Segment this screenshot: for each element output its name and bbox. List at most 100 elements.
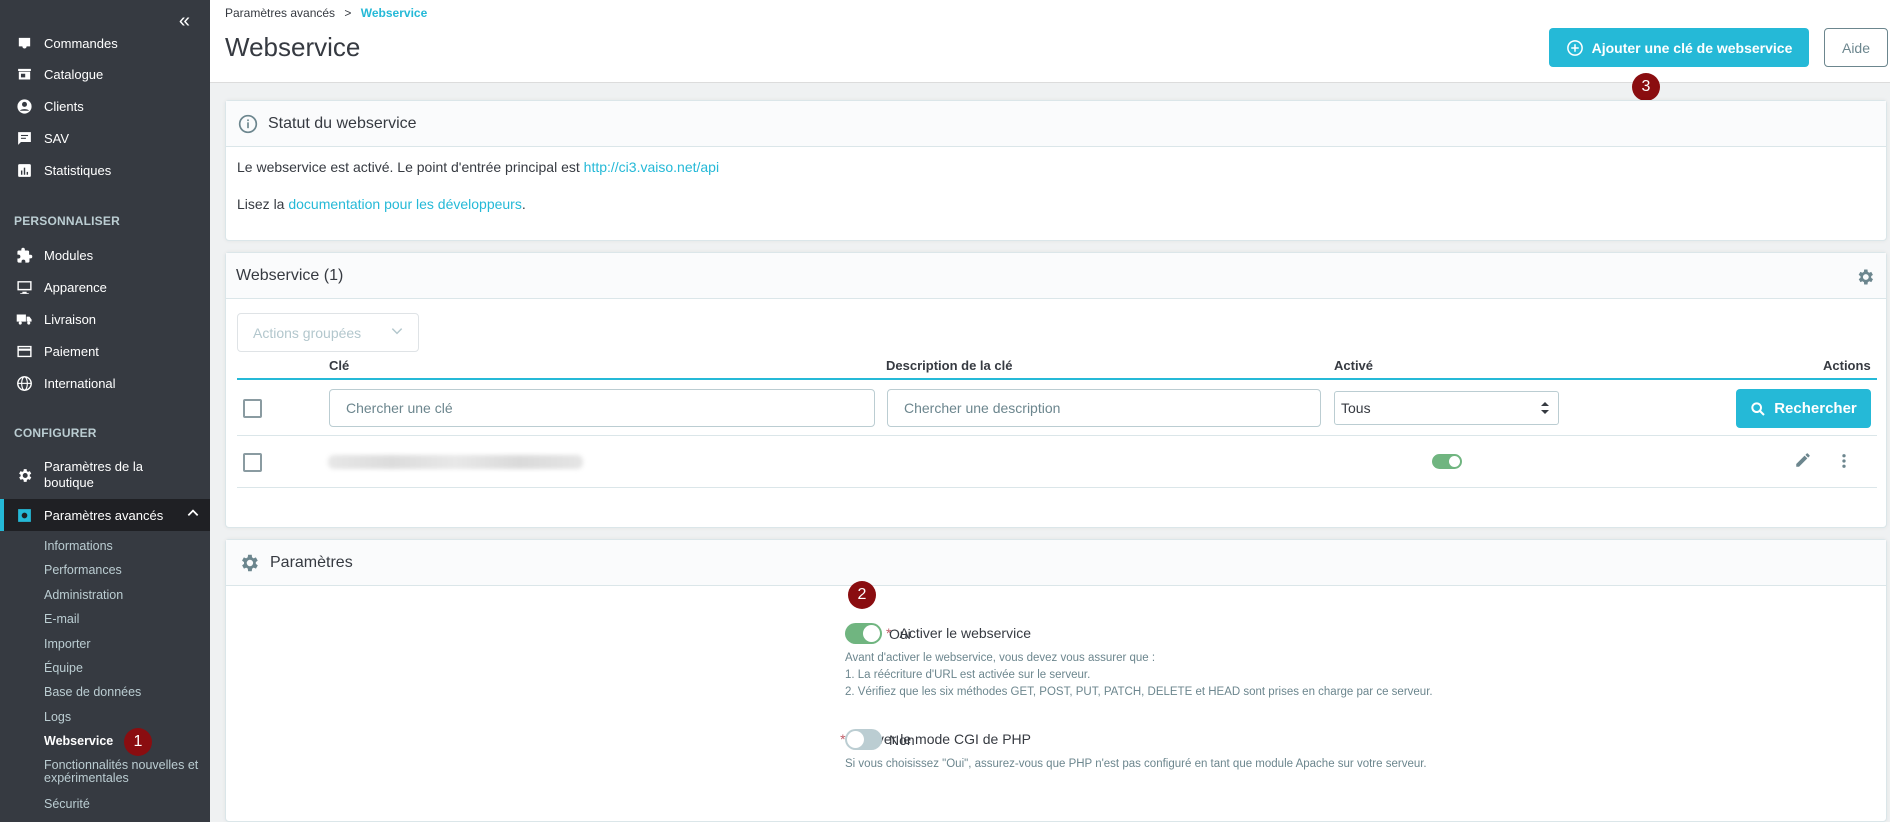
row-active-toggle[interactable]	[1432, 454, 1462, 469]
toggle-knob	[847, 731, 864, 748]
step-badge-1: 1	[124, 728, 152, 756]
sidebar-item-orders[interactable]: Commandes	[0, 34, 210, 52]
filter-key-input[interactable]: Chercher une clé	[329, 389, 875, 427]
column-header-actions: Actions	[1823, 358, 1871, 373]
filter-description-input[interactable]: Chercher une description	[887, 389, 1321, 427]
search-icon	[1750, 401, 1766, 417]
sidebar: « Commandes Catalogue Clients SAV Statis…	[0, 0, 210, 822]
sidebar-sub-informations[interactable]: Informations	[44, 539, 113, 553]
column-header-active: Activé	[1334, 358, 1374, 373]
sidebar-item-catalog[interactable]: Catalogue	[0, 65, 210, 83]
row-checkbox[interactable]	[243, 453, 262, 472]
page-title: Webservice	[225, 32, 361, 62]
sidebar-item-label: Apparence	[44, 279, 107, 295]
select-all-checkbox[interactable]	[243, 399, 262, 418]
filter-active-select[interactable]: Tous	[1334, 391, 1559, 425]
parameters-card-title: Paramètres	[270, 553, 353, 571]
sidebar-sub-label: Fonctionnalités nouvelles et	[44, 758, 199, 772]
toggle-knob	[1449, 456, 1460, 467]
sidebar-item-modules[interactable]: Modules	[0, 246, 210, 264]
sidebar-item-payment[interactable]: Paiement	[0, 342, 210, 360]
sidebar-sub-administration[interactable]: Administration	[44, 588, 123, 602]
sidebar-item-appearance[interactable]: Apparence	[0, 278, 210, 296]
cgi-mode-label: * Activer le mode CGI de PHP	[626, 731, 1031, 747]
sidebar-item-label: Paramètres avancés	[44, 507, 164, 523]
sidebar-sub-import[interactable]: Importer	[44, 637, 91, 651]
sidebar-item-label: boutique	[44, 475, 94, 490]
sidebar-item-label: Paiement	[44, 343, 99, 359]
sidebar-sub-database[interactable]: Base de données	[44, 685, 141, 699]
cgi-mode-help: Si vous choisissez "Oui", assurez-vous q…	[845, 758, 1427, 770]
step-badge-2: 2	[848, 581, 876, 609]
sidebar-item-label: Modules	[44, 247, 94, 263]
table-header-divider	[237, 378, 1877, 380]
api-endpoint-link[interactable]: http://ci3.vaiso.net/api	[584, 159, 719, 175]
help-line: Avant d'activer le webservice, vous deve…	[845, 652, 1156, 664]
bulk-actions-label: Actions groupées	[253, 324, 362, 341]
sidebar-item-shop-parameters[interactable]: Paramètres de la boutique	[0, 458, 210, 492]
parameters-card: Paramètres * Activer le webservice Oui Av…	[225, 539, 1887, 822]
bulk-actions-dropdown[interactable]: Actions groupées	[237, 313, 419, 352]
chat-icon	[14, 130, 34, 146]
sidebar-sub-label: expérimentales	[44, 771, 129, 785]
sidebar-sub-new-features[interactable]: Fonctionnalités nouvelles et expérimenta…	[44, 759, 198, 785]
bar-chart-icon	[14, 162, 34, 178]
search-button[interactable]: Rechercher	[1736, 389, 1871, 428]
sidebar-item-advanced-parameters[interactable]: Paramètres avancés	[0, 499, 210, 531]
webservice-table-card: Webservice (1) Actions groupées Clé Desc…	[225, 252, 1887, 528]
enable-webservice-value: Oui	[889, 626, 911, 642]
info-icon	[238, 114, 258, 134]
add-webservice-key-button[interactable]: Ajouter une clé de webservice	[1549, 28, 1809, 67]
help-line: 1. La réécriture d'URL est activée sur l…	[845, 669, 1091, 681]
sidebar-item-label: SAV	[44, 130, 70, 146]
section-configurer: CONFIGURER	[14, 426, 97, 440]
column-header-description: Description de la clé	[886, 358, 1013, 373]
puzzle-icon	[14, 247, 34, 263]
table-card-header: Webservice (1)	[226, 253, 1886, 299]
section-personnaliser: PERSONNALISER	[14, 214, 120, 228]
sidebar-sub-performances[interactable]: Performances	[44, 563, 122, 577]
credit-card-icon	[14, 343, 34, 359]
table-settings-gear-icon[interactable]	[1855, 267, 1875, 292]
page-header: Paramètres avancés > Webservice Webservi…	[210, 0, 1890, 83]
sidebar-sub-team[interactable]: Équipe	[44, 661, 83, 675]
store-icon	[14, 66, 34, 82]
status-line-docs: Lisez la documentation pour les développ…	[237, 196, 1875, 233]
cgi-mode-switch[interactable]	[845, 729, 882, 750]
search-button-label: Rechercher	[1774, 400, 1857, 417]
status-body: Le webservice est activé. Le point d'ent…	[226, 147, 1886, 245]
collapse-sidebar-icon[interactable]: «	[179, 10, 190, 33]
truck-icon	[14, 311, 34, 327]
settings-applications-icon	[14, 507, 34, 523]
gear-icon	[14, 467, 34, 483]
redacted-webservice-key	[328, 455, 583, 469]
toggle-knob	[863, 625, 880, 642]
parameters-card-header: Paramètres	[226, 540, 1886, 586]
breadcrumb-parent[interactable]: Paramètres avancés	[225, 6, 335, 20]
sidebar-item-label: Clients	[44, 98, 84, 114]
sidebar-item-sav[interactable]: SAV	[0, 129, 210, 147]
sidebar-item-label: Livraison	[44, 311, 97, 327]
developer-docs-link[interactable]: documentation pour les développeurs	[288, 196, 522, 212]
more-vertical-icon[interactable]	[1835, 451, 1853, 474]
enable-webservice-switch[interactable]	[845, 623, 882, 644]
status-card-title: Statut du webservice	[268, 114, 417, 132]
breadcrumb: Paramètres avancés > Webservice	[225, 6, 427, 20]
globe-icon	[14, 375, 34, 391]
status-card-header: Statut du webservice	[226, 101, 1886, 147]
add-button-label: Ajouter une clé de webservice	[1591, 39, 1793, 56]
sidebar-item-international[interactable]: International	[0, 374, 210, 392]
sidebar-sub-security[interactable]: Sécurité	[44, 797, 90, 811]
sidebar-sub-logs[interactable]: Logs	[44, 710, 71, 724]
edit-pencil-icon[interactable]	[1794, 451, 1812, 472]
help-button[interactable]: Aide	[1824, 28, 1888, 67]
sidebar-sub-webservice[interactable]: Webservice	[44, 734, 113, 748]
sidebar-item-shipping[interactable]: Livraison	[0, 310, 210, 328]
sidebar-item-clients[interactable]: Clients	[0, 97, 210, 115]
sidebar-sub-email[interactable]: E-mail	[44, 612, 79, 626]
row-divider	[237, 487, 1877, 488]
webservice-status-card: Statut du webservice Le webservice est a…	[225, 100, 1887, 241]
sidebar-item-stats[interactable]: Statistiques	[0, 161, 210, 179]
chevron-up-icon	[186, 506, 200, 523]
status-text: Le webservice est activé. Le point d'ent…	[237, 159, 584, 175]
